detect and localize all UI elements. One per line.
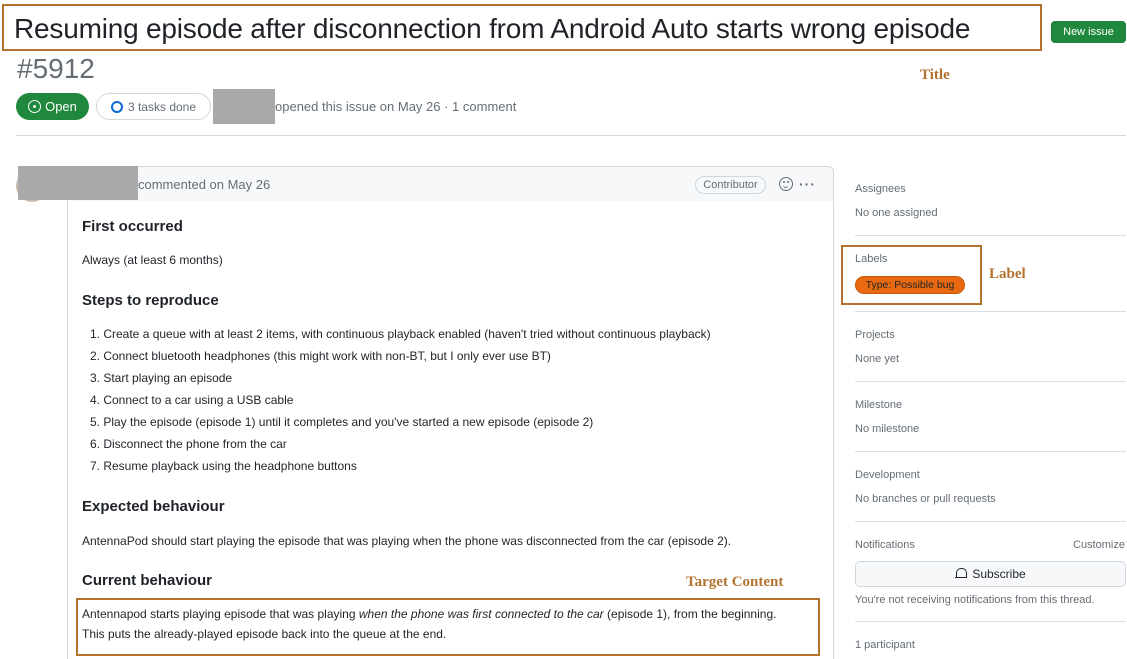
steps-list: 1. Create a queue with at least 2 items,…	[90, 327, 711, 481]
list-item: 2. Connect bluetooth headphones (this mi…	[90, 349, 551, 363]
subscribe-label: Subscribe	[972, 567, 1026, 581]
header-divider	[16, 135, 1126, 136]
customize-link[interactable]: Customize	[1073, 539, 1125, 551]
issue-opened-icon	[28, 100, 42, 113]
contributor-badge: Contributor	[695, 176, 766, 194]
issue-title: Resuming episode after disconnection fro…	[14, 13, 971, 44]
list-item: 3. Start playing an episode	[90, 371, 233, 385]
new-issue-button[interactable]: New issue	[1051, 21, 1126, 43]
tasks-badge[interactable]: 3 tasks done	[96, 93, 211, 120]
label-type-possible-bug[interactable]: Type: Possible bug	[855, 276, 965, 294]
list-item: 7. Resume playback using the headphone b…	[90, 459, 357, 473]
redacted-author-name	[213, 89, 275, 124]
sidebar-divider	[855, 621, 1126, 622]
sidebar-divider	[855, 235, 1126, 236]
tasks-label: 3 tasks done	[127, 99, 197, 114]
annotation-target: Target Content	[686, 574, 784, 590]
bell-icon	[955, 568, 968, 580]
issue-number: #5912	[17, 53, 95, 84]
subscribe-button[interactable]: Subscribe	[855, 561, 1126, 587]
sidebar-divider	[855, 311, 1126, 312]
comment-date[interactable]: commented on May 26	[138, 177, 270, 192]
sidebar-divider	[855, 521, 1126, 522]
state-label: Open	[45, 99, 77, 114]
redacted-commenter-name	[18, 166, 138, 200]
heading-first-occurred: First occurred	[82, 218, 183, 235]
first-occurred-text: Always (at least 6 months)	[82, 253, 223, 267]
kebab-horizontal-icon[interactable]: ···	[799, 176, 816, 192]
heading-steps: Steps to reproduce	[82, 292, 219, 309]
labels-title[interactable]: Labels	[855, 253, 887, 265]
current-text-line-1: Antennapod starts playing episode that w…	[82, 607, 777, 621]
notifications-note: You're not receiving notifications from …	[855, 594, 1095, 606]
current-text-line-2: This puts the already-played episode bac…	[82, 627, 447, 641]
state-badge-open: Open	[16, 93, 89, 120]
list-item: 6. Disconnect the phone from the car	[90, 437, 287, 451]
annotation-title: Title	[920, 67, 950, 83]
sidebar-divider	[855, 451, 1126, 452]
assignees-value: No one assigned	[855, 207, 938, 219]
heading-current: Current behaviour	[82, 572, 213, 589]
smiley-icon[interactable]	[779, 177, 793, 191]
assignees-title[interactable]: Assignees	[855, 183, 906, 195]
participants-title: 1 participant	[855, 639, 915, 651]
expected-text: AntennaPod should start playing the epis…	[82, 534, 732, 548]
development-value: No branches or pull requests	[855, 493, 996, 505]
annotation-label: Label	[989, 266, 1026, 282]
list-item: 1. Create a queue with at least 2 items,…	[90, 327, 711, 341]
tasks-progress-icon	[110, 100, 123, 113]
projects-title[interactable]: Projects	[855, 329, 895, 341]
issue-meta: opened this issue on May 26 · 1 comment	[275, 99, 517, 114]
projects-value: None yet	[855, 353, 900, 365]
development-title[interactable]: Development	[855, 469, 920, 481]
list-item: 4. Connect to a car using a USB cable	[90, 393, 294, 407]
notifications-title: Notifications	[855, 539, 915, 551]
milestone-value: No milestone	[855, 423, 920, 435]
milestone-title[interactable]: Milestone	[855, 399, 902, 411]
list-item: 5. Play the episode (episode 1) until it…	[90, 415, 594, 429]
heading-expected: Expected behaviour	[82, 498, 225, 515]
sidebar-divider	[855, 381, 1126, 382]
